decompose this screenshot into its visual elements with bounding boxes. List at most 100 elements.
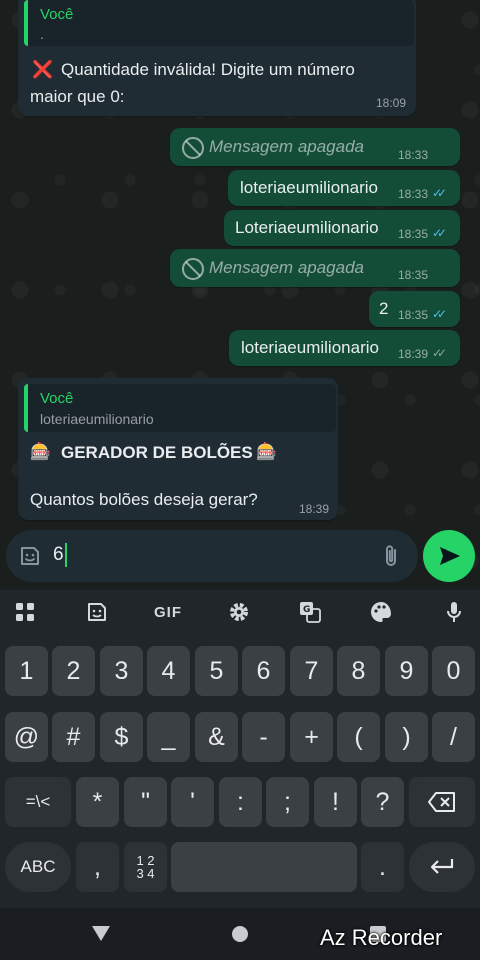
read-ticks-icon: ✓✓ — [432, 307, 447, 321]
send-button[interactable] — [423, 530, 475, 582]
send-icon — [440, 547, 460, 565]
key-abc[interactable]: ABC — [5, 842, 71, 892]
key-exclamation[interactable]: ! — [314, 777, 357, 827]
enter-icon — [430, 859, 454, 874]
read-ticks-icon: ✓✓ — [432, 186, 447, 200]
quote-text: loteriaeumilionario — [40, 411, 154, 427]
quote-text: . — [40, 26, 44, 42]
message-incoming[interactable]: Você loteriaeumilionario 🎰 GERADOR DE BO… — [18, 378, 338, 520]
message-text: Quantidade inválida! Digite um número — [61, 60, 355, 79]
key-at[interactable]: @ — [5, 712, 48, 762]
deleted-icon — [182, 258, 204, 280]
quoted-reply[interactable]: Você loteriaeumilionario — [24, 384, 336, 432]
key-9[interactable]: 9 — [385, 646, 428, 696]
delivered-ticks-icon: ✓✓ — [432, 346, 447, 360]
message-text: loteriaeumilionario — [241, 338, 379, 357]
key-asterisk[interactable]: * — [76, 777, 119, 827]
key-5[interactable]: 5 — [195, 646, 238, 696]
message-input[interactable]: 6 — [53, 544, 64, 566]
message-text: Mensagem apagada — [209, 258, 365, 277]
key-minus[interactable]: - — [242, 712, 285, 762]
message-time: 18:09 — [376, 96, 407, 110]
key-period[interactable]: . — [361, 842, 404, 892]
message-time: 18:39 — [299, 502, 330, 516]
message-time: 18:39 — [398, 347, 429, 361]
message-time: 18:35 — [398, 227, 429, 241]
message-time: 18:33 — [398, 187, 429, 201]
slot-machine-icon: 🎰 — [30, 442, 52, 461]
key-6[interactable]: 6 — [242, 646, 285, 696]
message-time: 18:33 — [398, 148, 429, 162]
navigation-bar: Az Recorder — [0, 908, 480, 960]
key-2[interactable]: 2 — [52, 646, 95, 696]
message-outgoing[interactable]: loteriaeumilionario 18:33 ✓✓ — [228, 170, 460, 206]
message-input-bar[interactable]: 6 — [6, 530, 418, 582]
attach-icon[interactable] — [380, 543, 402, 569]
enter-key[interactable] — [409, 842, 475, 892]
key-double-quote[interactable]: " — [124, 777, 167, 827]
palette-icon[interactable] — [361, 596, 401, 628]
backspace-key[interactable] — [409, 777, 475, 827]
quote-author: Você — [40, 6, 74, 23]
key-close-paren[interactable]: ) — [385, 712, 428, 762]
key-question[interactable]: ? — [361, 777, 404, 827]
key-3[interactable]: 3 — [100, 646, 143, 696]
key-underscore[interactable]: _ — [147, 712, 190, 762]
read-ticks-icon: ✓✓ — [432, 226, 447, 240]
message-incoming[interactable]: Você . ❌ Quantidade inválida! Digite um … — [18, 0, 416, 116]
mic-icon[interactable] — [434, 596, 474, 628]
translate-icon[interactable]: G — [290, 596, 330, 628]
back-icon[interactable] — [90, 923, 112, 943]
watermark: Az Recorder — [320, 925, 443, 950]
key-more-symbols[interactable]: =\< — [5, 777, 71, 827]
key-single-quote[interactable]: ' — [171, 777, 214, 827]
message-outgoing[interactable]: loteriaeumilionario 18:39 ✓✓ — [229, 330, 460, 366]
key-hash[interactable]: # — [52, 712, 95, 762]
settings-icon[interactable] — [219, 596, 259, 628]
svg-text:G: G — [303, 605, 310, 615]
message-text: 2 — [379, 299, 389, 318]
message-outgoing-deleted[interactable]: Mensagem apagada 18:35 — [170, 249, 460, 287]
key-open-paren[interactable]: ( — [337, 712, 380, 762]
gif-button[interactable]: GIF — [148, 596, 188, 628]
deleted-icon — [182, 137, 204, 159]
home-icon[interactable] — [231, 925, 249, 943]
chat-area: Você . ❌ Quantidade inválida! Digite um … — [0, 0, 480, 590]
message-text: Loteriaeumilionario — [235, 218, 379, 237]
message-time: 18:35 — [398, 268, 429, 282]
key-7[interactable]: 7 — [290, 646, 333, 696]
message-outgoing-deleted[interactable]: Mensagem apagada 18:33 — [170, 128, 460, 166]
key-plus[interactable]: + — [290, 712, 333, 762]
key-semicolon[interactable]: ; — [266, 777, 309, 827]
sticker-icon[interactable] — [77, 596, 117, 628]
apps-icon[interactable] — [5, 596, 45, 628]
message-text: Quantos bolões deseja gerar? — [30, 490, 258, 509]
message-text: loteriaeumilionario — [240, 178, 378, 197]
key-colon[interactable]: : — [219, 777, 262, 827]
message-text: Mensagem apagada — [209, 137, 365, 156]
emoji-icon[interactable] — [18, 544, 42, 568]
message-outgoing[interactable]: Loteriaeumilionario 18:35 ✓✓ — [224, 210, 460, 246]
key-numpad[interactable]: 1 2 3 4 — [124, 842, 167, 892]
key-dollar[interactable]: $ — [100, 712, 143, 762]
message-time: 18:35 — [398, 308, 429, 322]
key-4[interactable]: 4 — [147, 646, 190, 696]
quoted-reply[interactable]: Você . — [24, 0, 414, 46]
backspace-icon — [428, 792, 455, 812]
slot-machine-icon: 🎰 — [256, 442, 278, 461]
key-slash[interactable]: / — [432, 712, 475, 762]
cross-mark-icon: ❌ — [32, 60, 54, 79]
message-outgoing[interactable]: 2 18:35 ✓✓ — [369, 291, 460, 327]
numpad-bottom-label: 3 4 — [136, 866, 155, 881]
key-8[interactable]: 8 — [337, 646, 380, 696]
gif-label: GIF — [154, 603, 182, 621]
text-cursor — [65, 543, 67, 567]
key-1[interactable]: 1 — [5, 646, 48, 696]
message-title: GERADOR DE BOLÕES — [61, 443, 253, 462]
quote-author: Você — [40, 390, 74, 407]
space-bar[interactable] — [171, 842, 357, 892]
message-text: maior que 0: — [30, 87, 125, 106]
key-comma[interactable]: , — [76, 842, 119, 892]
key-ampersand[interactable]: & — [195, 712, 238, 762]
key-0[interactable]: 0 — [432, 646, 475, 696]
